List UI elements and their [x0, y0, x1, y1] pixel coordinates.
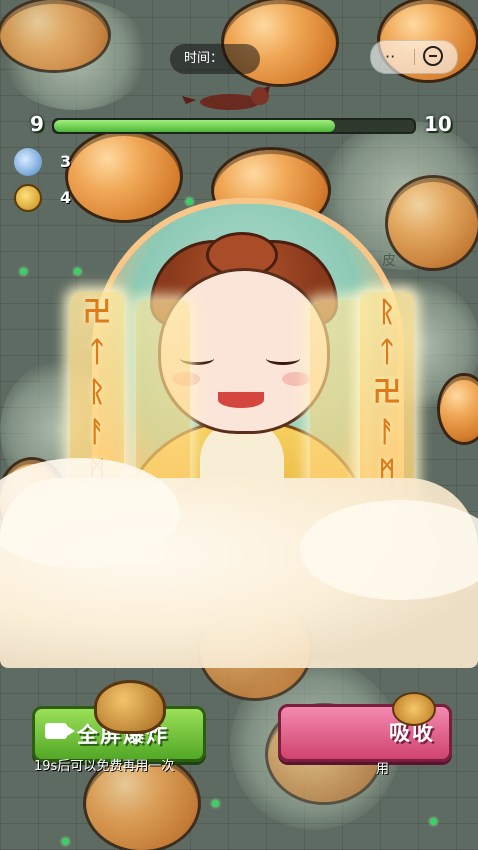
buddha-cheek [282, 372, 310, 386]
more-dots-icon[interactable]: ·· [385, 47, 395, 66]
buddha-mouth [218, 392, 264, 408]
scripture-glyph: ᛏ [378, 335, 396, 368]
scripture-glyph: ᚱ [378, 295, 396, 328]
skull-icon [14, 148, 42, 176]
capsule-divider [414, 49, 415, 65]
scripture-glyph: ᚱ [88, 375, 106, 408]
xp-gem [186, 198, 193, 205]
buddha-right-eye [266, 352, 300, 365]
scripture-glyph: 卍 [372, 375, 401, 408]
xp-gem [20, 268, 27, 275]
video-ad-icon [45, 723, 75, 739]
orange-orb [388, 178, 478, 268]
xp-gem [74, 268, 81, 275]
orange-orb [0, 0, 108, 70]
coin-icon [14, 184, 42, 212]
xp-gem [430, 818, 437, 825]
mini-program-capsule: ·· [370, 40, 458, 74]
scripture-glyph: ᚨ [88, 415, 106, 448]
xp-gem [212, 800, 219, 807]
xp-bar: 9 10 [22, 112, 452, 136]
scripture-glyph: ᚨ [378, 415, 396, 448]
timer-pill: 时间： [170, 44, 260, 74]
xp-fill [54, 120, 335, 132]
magnet-icon [392, 692, 436, 726]
absorb-tip: 用 [376, 762, 390, 777]
target-close-icon[interactable] [423, 46, 443, 66]
current-level: 9 [30, 112, 44, 136]
bomb-icon [94, 680, 166, 734]
scripture-glyph: 卍 [82, 295, 111, 328]
scripture-glyph: ᛏ [88, 335, 106, 368]
orange-orb [440, 376, 478, 442]
background-fragment-text: 皮 [382, 253, 396, 269]
orange-orb [68, 132, 180, 220]
timer-label: 时间： [184, 51, 224, 66]
xp-gem [62, 838, 69, 845]
coin-count: 4 [60, 188, 72, 207]
wolf-enemy [182, 86, 282, 112]
cooldown-tip: 19s后可以免费再用一次 [34, 759, 175, 774]
next-level: 10 [424, 112, 452, 136]
xp-track [52, 118, 416, 134]
kill-count: 3 [60, 152, 72, 171]
